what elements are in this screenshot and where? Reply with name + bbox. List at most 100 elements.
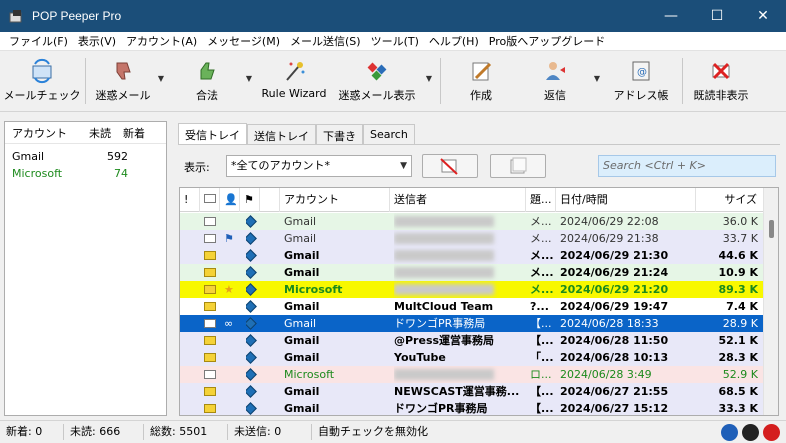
gem-icon — [246, 215, 257, 228]
envelope-icon[interactable] — [204, 315, 220, 332]
flag-icon[interactable]: ⚑ — [224, 230, 244, 247]
header-account[interactable]: アカウント — [5, 125, 83, 141]
menu-file[interactable]: ファイル(F) — [4, 33, 73, 49]
menu-account[interactable]: アカウント(A) — [121, 33, 202, 49]
info-icon[interactable] — [721, 424, 738, 441]
header-size[interactable]: サイズ — [696, 188, 764, 212]
table-row[interactable]: ⚑ Gmail メ... 2024/06/29 21:38 33.7 K — [180, 230, 764, 247]
priority-cell — [180, 230, 200, 247]
account-row-gmail[interactable]: Gmail 592 — [5, 148, 166, 165]
title-bar: POP Peeper Pro — ☐ ✕ — [0, 0, 786, 32]
menu-tools[interactable]: ツール(T) — [366, 33, 424, 49]
table-row[interactable]: ★ Microsoft メ... 2024/06/29 21:20 89.3 K — [180, 281, 764, 298]
record-icon[interactable] — [763, 424, 780, 441]
envelope-icon[interactable] — [204, 230, 220, 247]
spam-dropdown-icon[interactable]: ▼ — [156, 74, 166, 84]
menu-message[interactable]: メッセージ(M) — [202, 33, 285, 49]
mark-cell[interactable] — [224, 213, 244, 230]
envelope-icon[interactable] — [204, 298, 220, 315]
menu-send[interactable]: メール送信(S) — [285, 33, 366, 49]
envelope-icon[interactable] — [204, 400, 220, 415]
compose-button[interactable]: 作成 — [452, 56, 510, 106]
account-row-microsoft[interactable]: Microsoft 74 — [5, 165, 166, 182]
spam-button[interactable]: 迷惑メール — [92, 56, 154, 106]
menu-help[interactable]: ヘルプ(H) — [424, 33, 484, 49]
mark-cell[interactable] — [224, 366, 244, 383]
mark-cell[interactable] — [224, 298, 244, 315]
table-row[interactable]: Gmail @Press運営事務局 【... 2024/06/28 11:50 52.1… — [180, 332, 764, 349]
mark-cell[interactable] — [224, 264, 244, 281]
app-icon — [8, 8, 24, 24]
account-filter-select[interactable]: *全てのアカウント* ▼ — [226, 155, 412, 177]
envelope-icon[interactable] — [204, 383, 220, 400]
table-row[interactable]: Gmail メ... 2024/06/29 21:24 10.9 K — [180, 264, 764, 281]
spam-view-dropdown-icon[interactable]: ▼ — [424, 74, 434, 84]
table-row[interactable]: ∞ Gmail ドワンゴPR事務局 【... 2024/06/28 18:33 28.9 … — [180, 315, 764, 332]
legit-button[interactable]: 合法 — [176, 56, 238, 106]
header-flag[interactable]: ⚑ — [240, 188, 260, 212]
scrollbar-thumb[interactable] — [769, 220, 774, 238]
glasses-icon[interactable]: ∞ — [224, 315, 244, 332]
legit-dropdown-icon[interactable]: ▼ — [244, 74, 254, 84]
header-priority[interactable]: ! — [180, 188, 200, 212]
check-mail-button[interactable]: メールチェック — [4, 56, 81, 106]
header-spam[interactable] — [260, 188, 280, 212]
view-message-button[interactable] — [490, 154, 546, 178]
mark-cell[interactable] — [224, 332, 244, 349]
account-gem-icon — [246, 230, 266, 247]
rule-wizard-button[interactable]: Rule Wizard — [258, 56, 330, 106]
mark-cell[interactable] — [224, 349, 244, 366]
header-unread[interactable]: 未読 — [83, 125, 113, 141]
tab-outbox[interactable]: 送信トレイ — [247, 124, 316, 145]
subject-cell: 【... — [530, 334, 554, 347]
maximize-button[interactable]: ☐ — [694, 0, 740, 32]
tab-search[interactable]: Search — [363, 124, 415, 145]
hide-read-button[interactable]: 既読非表示 — [688, 56, 754, 106]
sender-cell: @Press運営事務局 — [394, 334, 495, 347]
mark-cell[interactable] — [224, 247, 244, 264]
header-sender[interactable]: 送信者 — [390, 188, 526, 212]
envelope-icon[interactable] — [204, 366, 220, 383]
reply-button[interactable]: 返信 — [526, 56, 584, 106]
envelope-icon[interactable] — [204, 264, 220, 281]
envelope-icon[interactable] — [204, 247, 220, 264]
header-date[interactable]: 日付/時間 — [556, 188, 696, 212]
star-icon[interactable]: ★ — [224, 281, 244, 298]
spam-view-button[interactable]: 迷惑メール表示 — [336, 56, 418, 106]
envelope-icon[interactable] — [204, 281, 220, 298]
table-row[interactable]: Microsoft ロ... 2024/06/28 3:49 52.9 K — [180, 366, 764, 383]
envelope-icon[interactable] — [204, 349, 220, 366]
header-read-status[interactable] — [200, 188, 220, 212]
reply-dropdown-icon[interactable]: ▼ — [592, 74, 602, 84]
header-new[interactable]: 新着 — [113, 125, 155, 141]
envelope-icon[interactable] — [204, 213, 220, 230]
table-row[interactable]: Gmail MultCloud Team?... 2024/06/29 19:47 7… — [180, 298, 764, 315]
address-book-button[interactable]: @ アドレス帳 — [608, 56, 674, 106]
menu-view[interactable]: 表示(V) — [73, 33, 121, 49]
header-account[interactable]: アカウント — [280, 188, 390, 212]
close-button[interactable]: ✕ — [740, 0, 786, 32]
theme-icon[interactable] — [742, 424, 759, 441]
account-cell: Gmail — [284, 266, 320, 279]
minimize-button[interactable]: — — [648, 0, 694, 32]
table-row[interactable]: Gmail YouTube 「... 2024/06/28 10:13 28.3 K — [180, 349, 764, 366]
tab-inbox[interactable]: 受信トレイ — [178, 123, 247, 145]
filter-row: 表示: *全てのアカウント* ▼ Search <Ctrl + K> — [178, 153, 780, 179]
gem-icon — [246, 300, 257, 313]
status-bar: 新着: 0 未読: 666 総数: 5501 未送信: 0 自動チェックを無効化 — [0, 420, 786, 443]
header-subject[interactable]: 題... — [526, 188, 556, 212]
header-contact[interactable]: 👤 — [220, 188, 240, 212]
delete-filter-button[interactable] — [422, 154, 478, 178]
table-row[interactable]: Gmail ドワンゴPR事務局 【... 2024/06/27 15:12 33.3 K — [180, 400, 764, 415]
priority-cell — [180, 366, 200, 383]
mark-cell[interactable] — [224, 400, 244, 415]
search-input[interactable]: Search <Ctrl + K> — [598, 155, 776, 177]
tab-drafts[interactable]: 下書き — [316, 124, 363, 145]
menu-upgrade[interactable]: Pro版へアップグレード — [484, 33, 610, 49]
envelope-icon[interactable] — [204, 332, 220, 349]
table-row[interactable]: Gmail メ... 2024/06/29 22:08 36.0 K — [180, 213, 764, 230]
table-row[interactable]: Gmail NEWSCAST運営事務... 【... 2024/06/27 21:55… — [180, 383, 764, 400]
table-row[interactable]: Gmail メ... 2024/06/29 21:30 44.6 K — [180, 247, 764, 264]
scrollbar[interactable] — [763, 188, 778, 415]
mark-cell[interactable] — [224, 383, 244, 400]
